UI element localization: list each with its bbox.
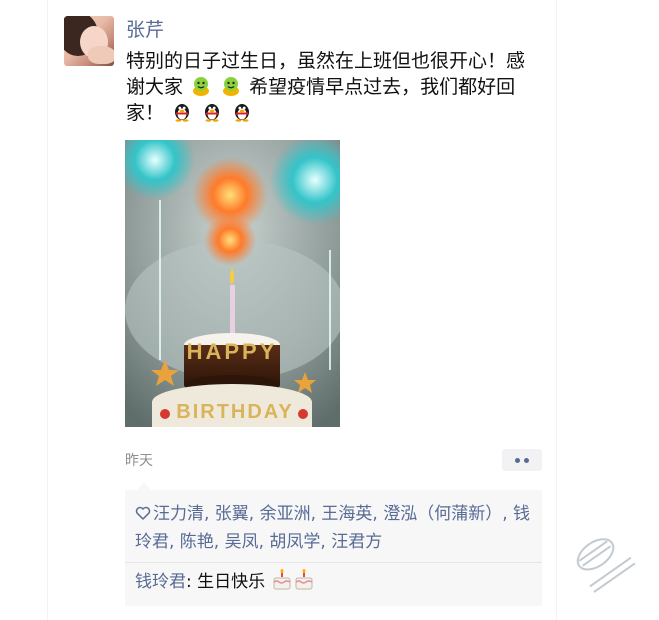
more-dot-icon — [524, 458, 529, 463]
comment-item[interactable]: 钱玲君: 生日快乐 — [135, 568, 315, 596]
comment-separator: : — [186, 572, 198, 592]
interactions-panel: 汪力清, 张翼, 余亚洲, 王海英, 澄泓（何蒲新）, 钱玲君, 陈艳, 吴凤,… — [125, 483, 542, 606]
avatar-hand — [88, 46, 114, 64]
birthday-photo[interactable]: HAPPY BIRTHDAY — [125, 140, 340, 427]
penguin-icon — [205, 104, 220, 122]
liker-names[interactable]: 汪力清, 张翼, 余亚洲, 王海英, 澄泓（何蒲新）, 钱玲君, 陈艳, 吴凤,… — [135, 504, 530, 552]
author-name[interactable]: 张芹 — [126, 18, 164, 42]
moments-page: 张芹 特别的日子过生日，虽然在上班但也很开心！感谢大家 希望疫情早点过去，我们都… — [0, 0, 659, 620]
cake-icon — [295, 569, 313, 590]
avatar[interactable] — [64, 16, 114, 66]
smile-face-icon — [193, 77, 210, 96]
smile-face-icon — [223, 77, 240, 96]
more-actions-button[interactable] — [502, 449, 542, 471]
comment-text: 生日快乐 — [197, 572, 266, 592]
moment-post: 张芹 特别的日子过生日，虽然在上班但也很开心！感谢大家 希望疫情早点过去，我们都… — [48, 0, 556, 620]
penguin-icon — [175, 104, 190, 122]
divider — [125, 562, 542, 563]
cake-text-birthday: BIRTHDAY — [176, 401, 294, 423]
post-text: 特别的日子过生日，虽然在上班但也很开心！感谢大家 希望疫情早点过去，我们都好回家… — [126, 48, 536, 126]
cake-icon — [273, 569, 291, 590]
post-time: 昨天 — [125, 453, 153, 469]
penguin-icon — [235, 104, 250, 122]
more-dot-icon — [515, 458, 520, 463]
likes-list: 汪力清, 张翼, 余亚洲, 王海英, 澄泓（何蒲新）, 钱玲君, 陈艳, 吴凤,… — [135, 500, 531, 556]
watermark-logo — [576, 538, 636, 593]
birthday-cake-image: HAPPY BIRTHDAY — [125, 140, 340, 427]
cake-text-happy: HAPPY — [187, 339, 278, 364]
heart-icon — [135, 506, 151, 520]
comment-author[interactable]: 钱玲君 — [135, 572, 186, 592]
